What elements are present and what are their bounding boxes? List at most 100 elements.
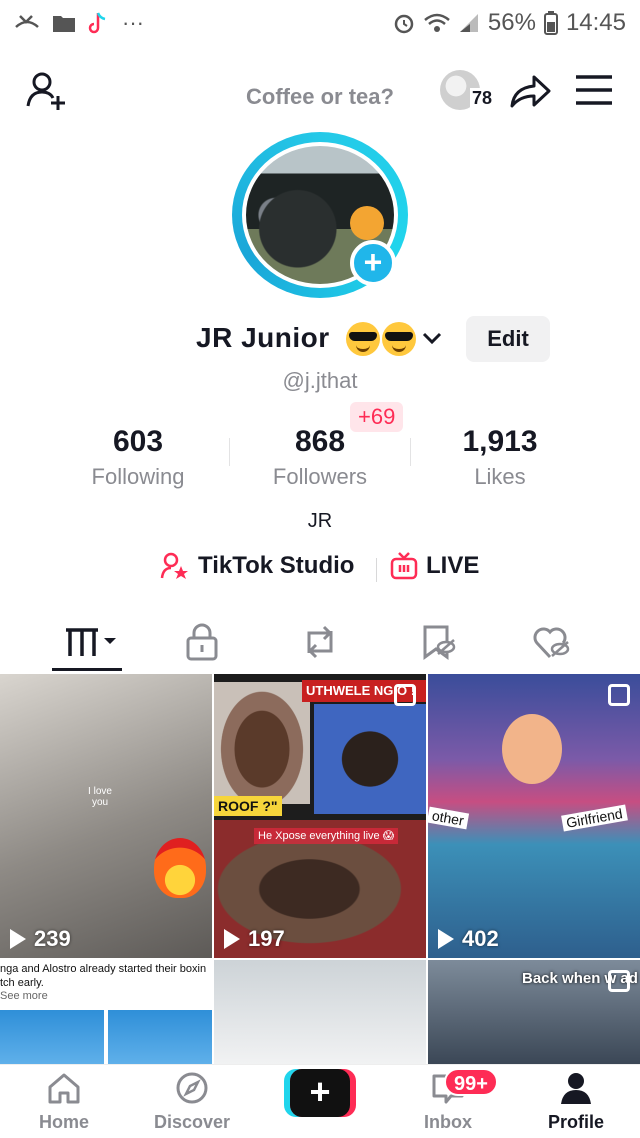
thumbnail-overlay-text: ROOF ?"	[214, 796, 282, 816]
thumbnail-overlay-text: other	[428, 806, 470, 830]
profile-icon	[561, 1073, 591, 1104]
coins-button[interactable]: 78	[440, 70, 498, 112]
view-count: 197	[224, 926, 285, 952]
thumbnail-image	[502, 714, 562, 784]
video-thumbnail[interactable]: UTHWELE NG O ! ROOF ?" He Xpose everythi…	[214, 674, 426, 958]
thumbnail-image	[108, 1010, 212, 1064]
thumbnail-caption: I love you	[70, 786, 130, 814]
name-emoji	[346, 322, 416, 356]
nav-inbox-label: Inbox	[424, 1112, 472, 1132]
following-label: Following	[91, 464, 185, 489]
lock-icon	[186, 623, 218, 661]
thumbnail-image	[0, 1010, 104, 1064]
play-icon	[224, 929, 240, 949]
sunglasses-emoji-icon	[346, 322, 380, 356]
studio-label: TikTok Studio	[198, 552, 355, 579]
video-grid: I love you 239 UTHWELE NG O ! ROOF ?" He…	[0, 674, 640, 1064]
folder-icon	[53, 16, 75, 32]
signal-icon	[459, 14, 478, 32]
play-icon	[10, 929, 26, 949]
bottom-navigation: Home Discover + Inbox Profile	[0, 1064, 640, 1138]
following-stat[interactable]: 603 Following	[48, 420, 228, 490]
thumbnail-caption: nga and Alostro already started their bo…	[0, 962, 212, 990]
view-count: 239	[10, 926, 71, 952]
edit-profile-button[interactable]: Edit	[466, 316, 550, 362]
likes-count: 1,913	[462, 425, 538, 458]
sunglasses-emoji-icon	[382, 322, 416, 356]
see-more-link: See more	[0, 990, 48, 1002]
thumbnail-caption-line: you	[91, 797, 109, 808]
nav-profile[interactable]: Profile	[526, 1071, 626, 1133]
profile-header: Coffee or tea? 78	[0, 60, 640, 140]
bio-text: JR	[307, 510, 333, 532]
view-count-value: 197	[248, 926, 285, 951]
tab-liked[interactable]	[522, 618, 582, 666]
thumbnail-caption-line: tch early.	[0, 977, 44, 989]
thumbnail-overlay-text: Girlfriend	[561, 804, 628, 832]
create-button[interactable]: +	[284, 1069, 356, 1117]
avatar[interactable]: +	[232, 132, 408, 298]
nav-home[interactable]: Home	[14, 1071, 114, 1133]
fire-emoji-icon	[154, 838, 206, 898]
share-icon[interactable]	[508, 72, 552, 112]
compass-icon	[176, 1072, 208, 1104]
video-thumbnail[interactable]: other Girlfriend 402	[428, 674, 640, 958]
followers-count: 868	[294, 425, 346, 458]
video-thumbnail[interactable]	[214, 960, 426, 1064]
tab-favorites[interactable]	[408, 618, 468, 666]
live-link[interactable]: LIVE	[390, 552, 479, 580]
add-avatar-button[interactable]: +	[350, 240, 396, 286]
home-icon	[48, 1073, 80, 1104]
view-count-value: 402	[462, 926, 499, 951]
thumbnail-image	[214, 682, 310, 804]
profile-prompt-title[interactable]: Coffee or tea?	[240, 82, 400, 112]
battery-percent: 56%	[487, 9, 536, 36]
content-tabs	[0, 612, 640, 672]
multi-post-icon	[608, 684, 630, 706]
name-row: JR Junior Edit	[0, 316, 640, 362]
chevron-down-icon[interactable]	[420, 326, 444, 350]
nav-discover-label: Discover	[153, 1112, 231, 1132]
menu-icon[interactable]	[574, 72, 614, 108]
links-divider	[376, 558, 377, 582]
followers-stat[interactable]: 868 Followers	[230, 420, 410, 490]
more-notifications-icon: ···	[122, 10, 144, 35]
video-thumbnail[interactable]: Back when w ad	[428, 960, 640, 1064]
play-icon	[438, 929, 454, 949]
clock: 14:45	[565, 9, 626, 36]
tab-videos[interactable]	[58, 618, 118, 666]
wifi-icon	[424, 13, 450, 32]
thumbnail-caption-line: nga and Alostro already started their bo…	[0, 963, 207, 975]
tiktok-notification-icon	[88, 12, 106, 34]
live-tv-icon	[390, 552, 418, 580]
plus-icon: +	[290, 1069, 350, 1117]
likes-label: Likes	[474, 464, 526, 489]
video-thumbnail[interactable]: nga and Alostro already started their bo…	[0, 960, 212, 1064]
multi-post-icon	[394, 684, 416, 706]
bookmark-hidden-icon	[423, 625, 456, 660]
tab-reposts[interactable]	[290, 618, 350, 666]
avatar-sticker	[350, 206, 384, 240]
followers-label: Followers	[272, 464, 368, 489]
videos-grid-icon	[66, 628, 116, 656]
tab-private[interactable]	[172, 618, 232, 666]
view-count: 402	[438, 926, 499, 952]
thumbnail-overlay-text: He Xpose everything live 😱	[254, 828, 399, 844]
likes-stat[interactable]: 1,913 Likes	[410, 420, 590, 490]
missed-call-icon	[15, 15, 39, 28]
nav-discover[interactable]: Discover	[142, 1071, 242, 1133]
studio-icon	[160, 552, 188, 579]
thumbnail-image	[314, 704, 426, 814]
battery-icon	[543, 11, 558, 35]
nav-home-label: Home	[38, 1112, 89, 1132]
active-tab-indicator	[52, 668, 122, 671]
add-friend-icon[interactable]	[24, 68, 70, 114]
display-name: JR Junior	[196, 322, 330, 353]
video-thumbnail[interactable]: I love you 239	[0, 674, 212, 958]
profile-stats: 603 Following 868 Followers 1,913 Likes	[0, 420, 640, 500]
status-bar: ··· 56% 14:45	[0, 0, 640, 46]
following-count: 603	[112, 425, 164, 458]
view-count-value: 239	[34, 926, 71, 951]
tiktok-studio-link[interactable]: TikTok Studio	[160, 552, 354, 580]
username-handle: @j.jthat	[282, 368, 358, 393]
